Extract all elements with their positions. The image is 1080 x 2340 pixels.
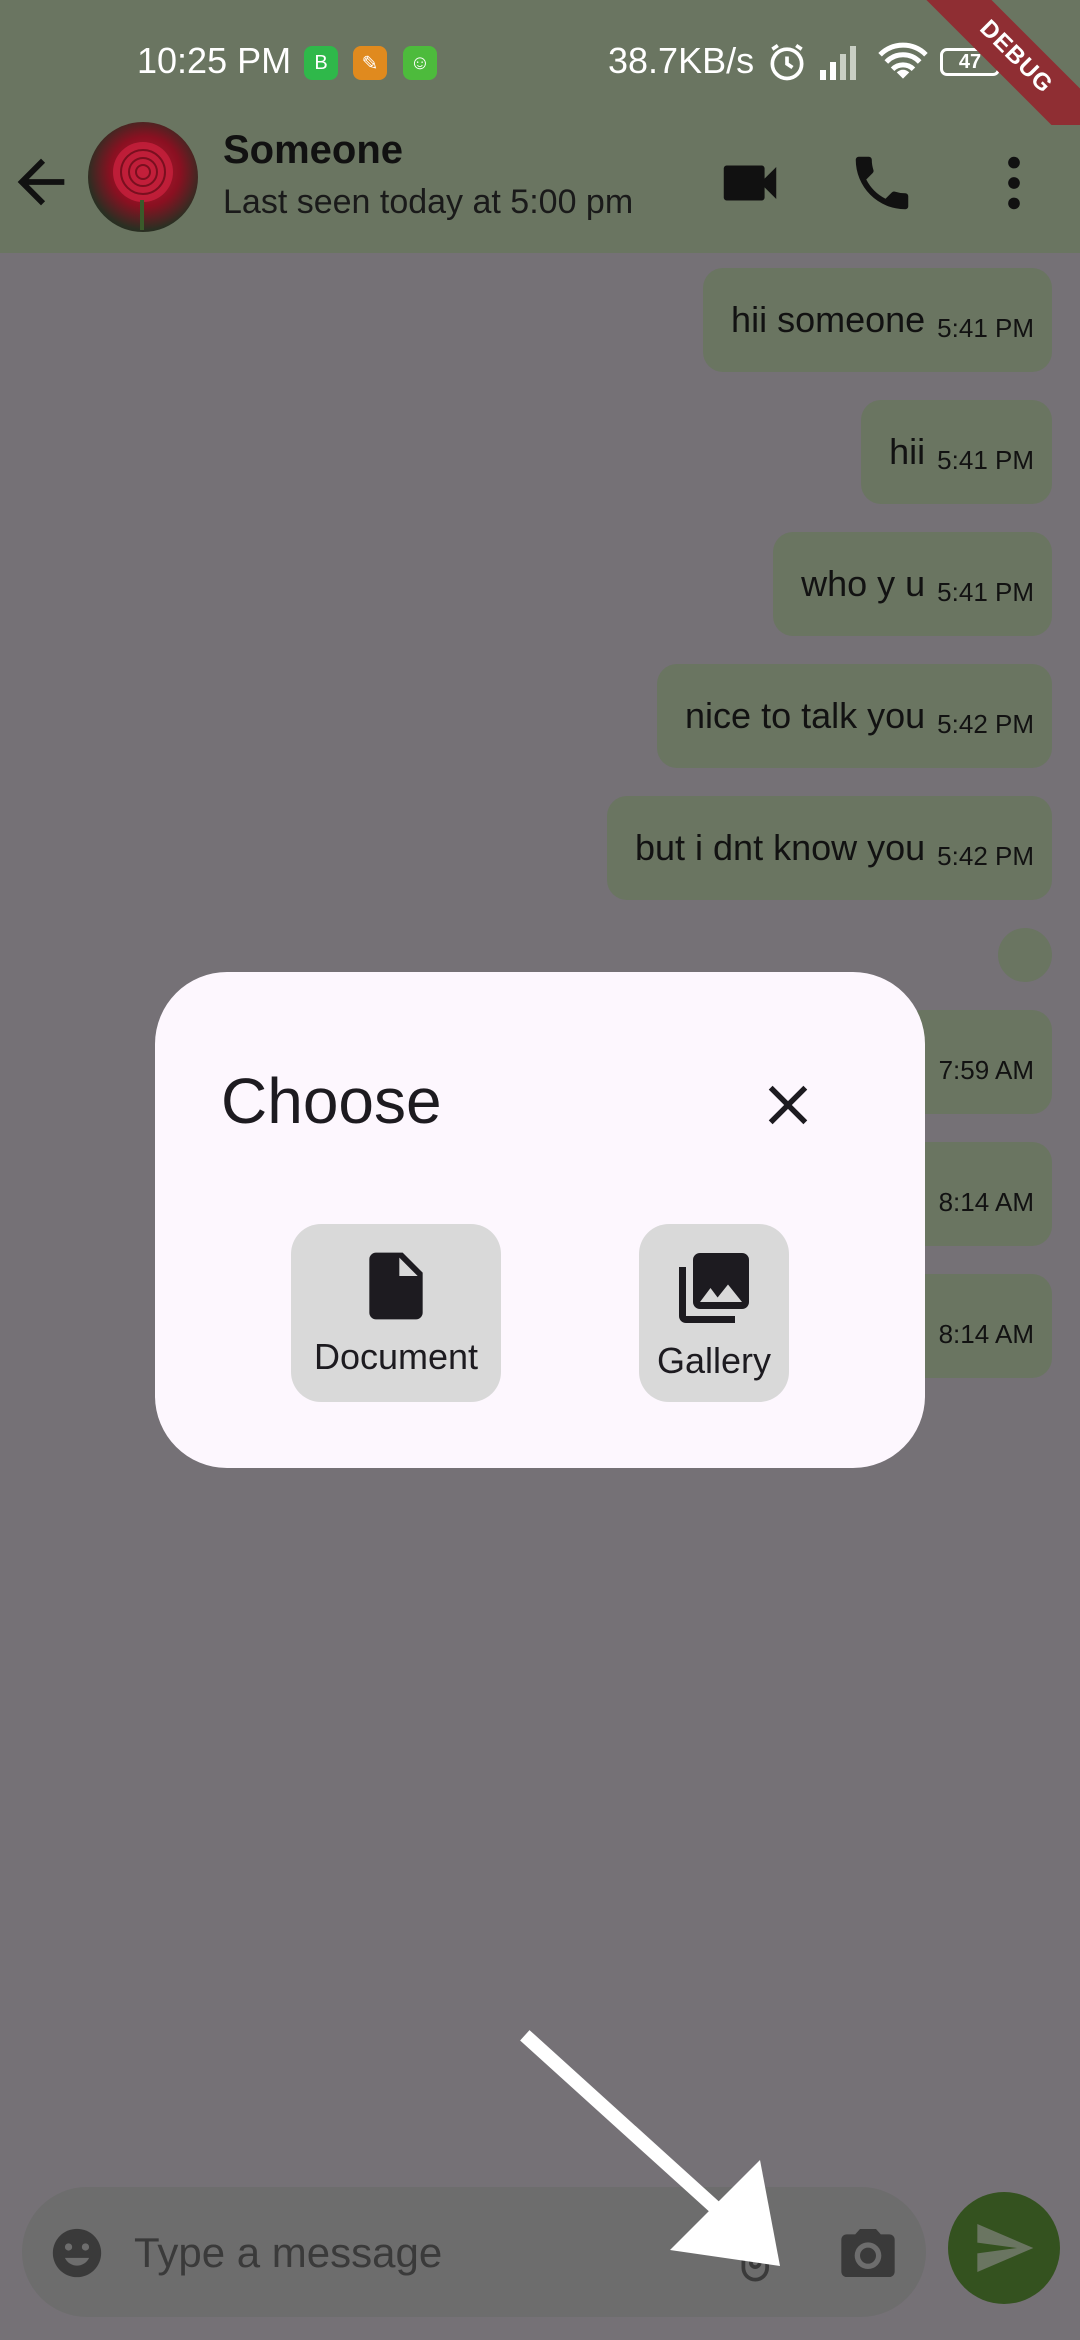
dialog-title: Choose — [221, 1065, 442, 1137]
brush-app-icon: ✎ — [353, 46, 387, 80]
video-call-icon[interactable] — [715, 148, 785, 218]
signal-icon — [820, 46, 856, 80]
last-seen-status: Last seen today at 5:00 pm — [223, 183, 634, 221]
android-app-icon: ☺ — [403, 46, 437, 80]
send-icon — [977, 2224, 1034, 2272]
message-time: 8:14 AM — [938, 1186, 1034, 1217]
battery-level: 47 — [958, 50, 982, 73]
message-text: but i dnt know you — [634, 827, 926, 868]
b-app-icon: B — [304, 46, 338, 80]
message-text: hii someone — [731, 299, 926, 340]
message-time: 5:42 PM — [937, 708, 1034, 739]
message-text: nice to talk you — [685, 695, 926, 736]
message-time: 5:41 PM — [937, 312, 1034, 343]
emoji-icon[interactable] — [48, 2224, 106, 2282]
back-arrow-icon[interactable] — [6, 142, 76, 222]
gallery-option-button[interactable]: Gallery — [639, 1224, 789, 1402]
contact-name[interactable]: Someone — [223, 128, 403, 173]
status-time: 10:25 PM — [137, 40, 292, 81]
message-time: 5:41 PM — [937, 576, 1034, 607]
document-option-label: Document — [313, 1336, 479, 1377]
avatar[interactable] — [88, 122, 198, 232]
message-time: 5:41 PM — [937, 444, 1034, 475]
message-time: 8:14 AM — [938, 1318, 1034, 1349]
phone-call-icon[interactable] — [847, 148, 917, 218]
gallery-option-label: Gallery — [656, 1340, 772, 1381]
pointer-arrow-annotation — [520, 2030, 780, 2266]
document-icon — [369, 1252, 423, 1320]
choose-dialog: Choose Document Gallery — [155, 972, 925, 1468]
send-button[interactable] — [948, 2192, 1060, 2304]
message-time: 5:42 PM — [937, 840, 1034, 871]
camera-icon[interactable] — [836, 2221, 900, 2285]
close-icon[interactable] — [755, 1072, 821, 1138]
wifi-icon — [878, 42, 928, 79]
status-bar: 10:25 PM B ✎ ☺ 38.7KB/s 47 DEBUG — [0, 0, 1080, 180]
message-bubble[interactable]: nice to talk you 5:42 PM — [657, 664, 1052, 768]
document-option-button[interactable]: Document — [291, 1224, 501, 1402]
alarm-icon — [770, 43, 804, 81]
message-bubble-small[interactable] — [998, 928, 1052, 982]
message-text: hii — [889, 431, 926, 472]
message-bubble[interactable]: but i dnt know you 5:42 PM — [606, 796, 1052, 900]
flower-photo — [113, 142, 173, 230]
gallery-icon — [679, 1253, 749, 1323]
net-speed: 38.7KB/s — [608, 40, 755, 81]
more-options-icon[interactable] — [979, 148, 1049, 218]
message-bubble[interactable]: who y u 5:41 PM — [773, 532, 1052, 636]
message-text: who y u — [801, 563, 926, 604]
message-time: 7:59 AM — [938, 1054, 1034, 1085]
message-bubble[interactable]: hii someone 5:41 PM — [703, 268, 1052, 372]
message-bubble[interactable]: hii 5:41 PM — [861, 400, 1052, 504]
